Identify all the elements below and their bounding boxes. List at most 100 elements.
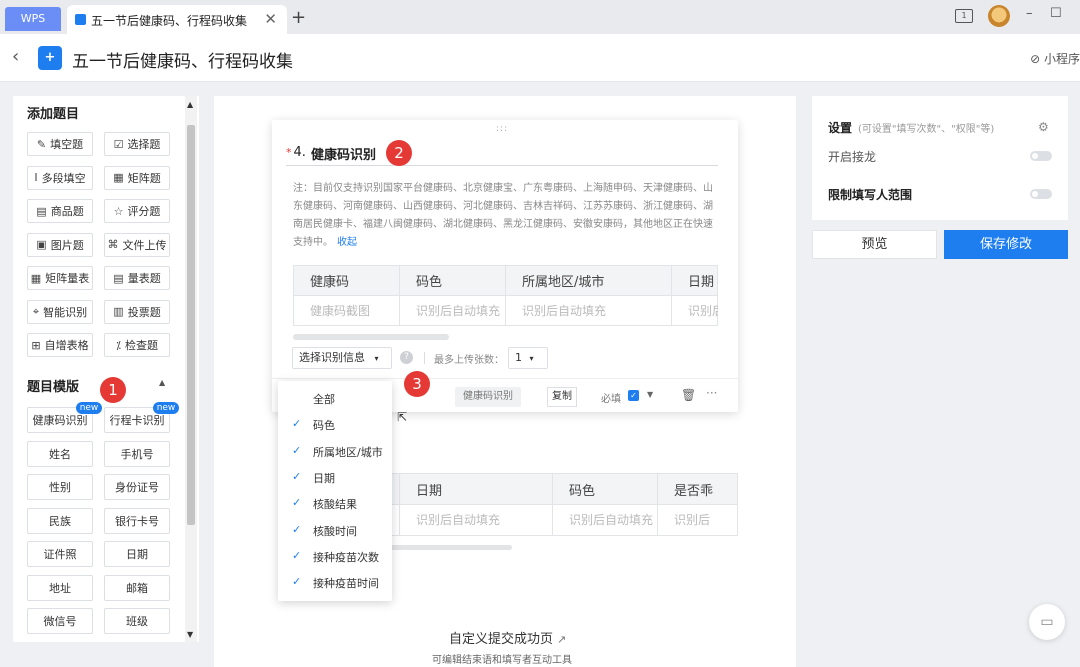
custom-submit-link[interactable]: 自定义提交成功页 ↗ [449, 628, 566, 647]
chat-icon[interactable]: ▭ [1029, 604, 1065, 640]
question-type-button[interactable]: ☆ 评分题 [104, 199, 170, 223]
template-button[interactable]: 证件照 [27, 541, 93, 567]
question-type-tag: 健康码识别 [455, 387, 521, 407]
table-cell: 识别后自动填充 [553, 504, 658, 535]
fold-link[interactable]: 收起 [337, 237, 357, 248]
minimize-icon[interactable]: – [1026, 6, 1033, 21]
max-upload-select[interactable]: 1 ▾ [508, 347, 548, 369]
dropdown-option-label: 全部 [313, 393, 335, 406]
table-header-cell: 所属地区/城市 [506, 266, 672, 295]
template-button[interactable]: 民族 [27, 507, 93, 534]
limit-toggle[interactable] [1030, 189, 1052, 199]
delete-icon[interactable]: 🗑 [681, 388, 696, 402]
question-type-icon: ☑ [113, 137, 124, 151]
gear-icon[interactable]: ⚙ [1038, 120, 1049, 134]
required-checkbox[interactable]: ✓ [628, 390, 639, 401]
dropdown-option[interactable]: ✓ 接种疫苗时间 [278, 569, 392, 595]
custom-submit-subtitle: 可编辑结束语和填写者互动工具 [432, 655, 572, 666]
question-type-button[interactable]: ▥ 投票题 [104, 299, 170, 324]
question-type-button[interactable]: ✎ 填空题 [27, 132, 93, 156]
maximize-icon[interactable]: ☐ [1050, 6, 1062, 21]
question-type-label: 选择题 [127, 138, 161, 151]
question-type-button[interactable]: ⊞ 自增表格 [27, 333, 93, 357]
dropdown-option[interactable]: ✓ 码色 [278, 411, 392, 437]
question-type-button[interactable]: ▦ 矩阵题 [104, 165, 170, 190]
annotation-marker-1: 1 [100, 377, 126, 403]
question-card[interactable]: ::: * 4. 健康码识别 注：目前仅支持识别国家平台健康码、北京健康宝、广东粤… [272, 120, 738, 412]
scroll-down-icon[interactable]: ▼ [187, 630, 193, 639]
settings-panel: 设置 (可设置"填写次数"、"权限"等) ⚙ 开启接龙 限制填写人范围 [812, 96, 1068, 220]
table-hscroll[interactable] [293, 334, 449, 340]
question-type-button[interactable]: ▦ 矩阵量表 [27, 266, 93, 290]
page-header: ‹ + 五一节后健康码、行程码收集 ⊘ 小程序 [0, 34, 1080, 82]
copy-button[interactable]: 复制 [547, 387, 577, 407]
close-tab-icon[interactable]: ✕ [264, 10, 277, 28]
drag-handle-icon[interactable]: ::: [496, 124, 508, 134]
template-button[interactable]: 身份证号 [104, 474, 170, 500]
question-type-icon: ☆ [113, 204, 124, 218]
question-type-label: 量表题 [127, 272, 161, 285]
question-type-button[interactable]: ⁒ 检查题 [104, 333, 170, 357]
question-type-button[interactable]: ▤ 商品题 [27, 199, 93, 223]
template-button[interactable]: 班级 [104, 608, 170, 634]
question-type-icon: Ⅰ [34, 171, 38, 184]
dropdown-option[interactable]: ✓ 核酸结果 [278, 490, 392, 516]
template-button[interactable]: 性别 [27, 474, 93, 500]
avatar[interactable] [988, 5, 1010, 27]
dropdown-option-label: 码色 [313, 419, 335, 433]
question-type-icon: ⌖ [32, 304, 40, 318]
chevron-down-icon[interactable]: ▼ [647, 390, 653, 399]
question-type-button[interactable]: ▤ 量表题 [104, 266, 170, 290]
table-hscroll-background[interactable] [380, 545, 512, 550]
limit-label: 限制填写人范围 [828, 188, 913, 202]
new-tab-button[interactable]: + [291, 7, 306, 28]
template-button[interactable]: 邮箱 [104, 574, 170, 601]
save-button[interactable]: 保存修改 [944, 230, 1068, 259]
relay-toggle[interactable] [1030, 151, 1052, 161]
collapse-caret-icon[interactable]: ▲ [159, 378, 165, 387]
dropdown-option[interactable]: ✓ 接种疫苗次数 [278, 543, 392, 569]
question-type-button[interactable]: Ⅰ 多段填空 [27, 165, 93, 190]
back-icon[interactable]: ‹ [12, 46, 19, 67]
question-type-icon: ▤ [36, 204, 47, 218]
dropdown-option[interactable]: ✓ 核酸时间 [278, 517, 392, 543]
question-type-label: 矩阵量表 [45, 272, 90, 285]
screen-icon[interactable]: 1 [955, 9, 973, 23]
question-type-icon: ▦ [30, 271, 42, 285]
template-button[interactable]: 银行卡号 [104, 507, 170, 534]
help-icon[interactable]: ? [400, 351, 413, 364]
preview-button[interactable]: 预览 [812, 230, 937, 259]
question-type-button[interactable]: ☑ 选择题 [104, 132, 170, 156]
question-type-icon: ⊞ [31, 338, 41, 352]
dropdown-option[interactable]: ✓ 所属地区/城市 [278, 438, 392, 464]
question-type-button[interactable]: ⌘ 文件上传 [104, 232, 170, 257]
question-type-label: 文件上传 [122, 238, 167, 252]
scroll-up-icon[interactable]: ▲ [187, 100, 193, 109]
question-title[interactable]: 健康码识别 [311, 144, 376, 163]
more-icon[interactable]: ··· [706, 386, 717, 400]
document-tab[interactable]: 五一节后健康码、行程码收集 ✕ [67, 5, 287, 34]
wps-home-tab[interactable]: WPS [5, 7, 61, 31]
dropdown-option[interactable]: 全部 [278, 385, 392, 411]
template-button[interactable]: 手机号 [104, 440, 170, 467]
template-button[interactable]: 姓名 [27, 440, 93, 467]
mini-program-link[interactable]: ⊘ 小程序 [1030, 50, 1080, 67]
page-title: 五一节后健康码、行程码收集 [72, 52, 293, 72]
question-type-button[interactable]: ▣ 图片题 [27, 232, 93, 257]
table-cell: 识别后 [674, 513, 711, 527]
settings-hint: (可设置"填写次数"、"权限"等) [858, 124, 995, 135]
dropdown-option[interactable]: ✓ 日期 [278, 464, 392, 490]
dropdown-option-label: 日期 [313, 471, 335, 485]
template-button[interactable]: 地址 [27, 574, 93, 601]
select-recognition-info[interactable]: 选择识别信息 ▾ [292, 347, 392, 369]
question-type-button[interactable]: ⌖ 智能识别 [27, 299, 93, 324]
template-button[interactable]: 日期 [104, 541, 170, 567]
template-button[interactable]: 微信号 [27, 608, 93, 634]
dropdown-option-label: 接种疫苗时间 [313, 577, 379, 591]
annotation-marker-2: 2 [386, 140, 412, 166]
left-scrollbar-thumb[interactable] [187, 125, 195, 525]
select-recognition-label: 选择识别信息 [299, 351, 365, 364]
chevron-down-icon: ▾ [529, 354, 534, 363]
check-icon: ✓ [292, 522, 302, 536]
new-badge: new [153, 402, 179, 414]
